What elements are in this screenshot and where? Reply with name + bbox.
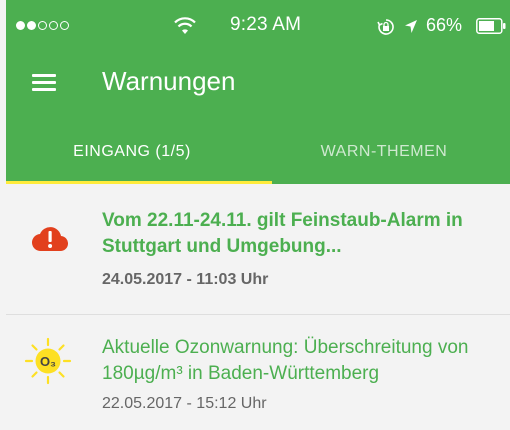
orientation-lock-icon <box>377 19 394 35</box>
location-arrow-icon <box>405 20 417 33</box>
message-item-ozon[interactable]: O₃ Aktuelle Ozonwarnung: Überschreitung … <box>6 315 510 430</box>
status-time: 9:23 AM <box>230 14 302 35</box>
status-bar: 9:23 AM 66% <box>6 0 510 56</box>
battery-percentage: 66% <box>426 15 463 35</box>
message-title: Aktuelle Ozonwarnung: Überschreitung von… <box>102 337 469 384</box>
tab-eingang[interactable]: EINGANG (1/5) <box>6 128 272 184</box>
toolbar: Warnungen <box>6 56 510 112</box>
cloud-alert-icon <box>32 227 68 252</box>
message-title: Vom 22.11-24.11. gilt Feinstaub-Alarm in… <box>102 210 463 257</box>
page-title: Warnungen <box>102 66 236 96</box>
app-header: 9:23 AM 66% Warnungen EINGANG (1/5) WARN… <box>6 0 510 184</box>
message-date: 22.05.2017 - 15:12 Uhr <box>102 395 267 412</box>
tab-warn-themen-label: WARN-THEMEN <box>320 143 448 160</box>
battery-icon <box>476 18 506 34</box>
tab-warn-themen[interactable]: WARN-THEMEN <box>258 128 510 184</box>
ozone-sun-icon: O₃ <box>24 337 72 385</box>
tab-eingang-label: EINGANG (1/5) <box>73 143 191 160</box>
message-date: 24.05.2017 - 11:03 Uhr <box>102 271 269 288</box>
app-screen: 9:23 AM 66% Warnungen EINGANG (1/5) WARN… <box>0 0 510 430</box>
message-item-feinstaub[interactable]: Vom 22.11-24.11. gilt Feinstaub-Alarm in… <box>6 184 510 314</box>
message-list: Vom 22.11-24.11. gilt Feinstaub-Alarm in… <box>6 184 510 430</box>
signal-dots-icon <box>16 21 69 30</box>
tab-bar: EINGANG (1/5) WARN-THEMEN <box>6 128 510 184</box>
ozone-symbol: O₃ <box>40 354 56 369</box>
hamburger-menu-icon[interactable] <box>32 69 60 97</box>
wifi-icon <box>174 17 196 34</box>
